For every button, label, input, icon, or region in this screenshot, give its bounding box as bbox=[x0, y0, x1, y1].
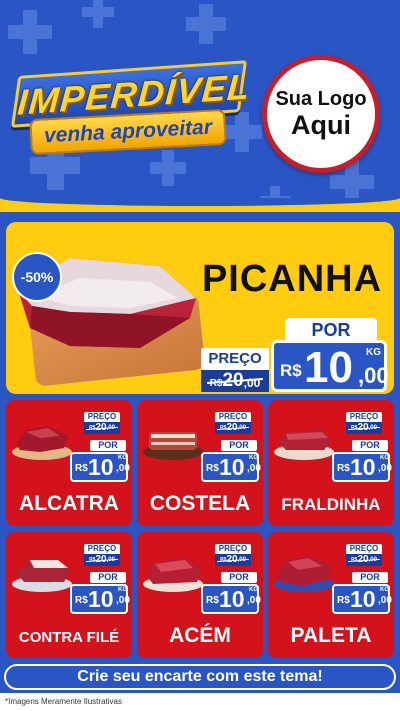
product-card-fraldinha[interactable]: PREÇO R$20,00 POR R$10 KG ,00 FRALDINHA bbox=[268, 400, 394, 526]
new-currency: R$ bbox=[337, 463, 350, 474]
new-decimal: ,00 bbox=[247, 595, 261, 606]
por-label: POR bbox=[90, 440, 126, 451]
por-label: POR bbox=[221, 572, 257, 583]
new-integer: 10 bbox=[350, 586, 376, 612]
price-label: PREÇO bbox=[346, 412, 382, 422]
product-card-paleta[interactable]: PREÇO R$20,00 POR R$10 KG ,00 PALETA bbox=[268, 532, 394, 658]
por-label: POR bbox=[352, 440, 388, 451]
old-price: R$20,00 bbox=[215, 554, 251, 566]
new-decimal: ,00 bbox=[247, 463, 261, 474]
header-divider bbox=[0, 198, 400, 212]
new-currency: R$ bbox=[75, 463, 88, 474]
new-currency: R$ bbox=[206, 595, 219, 606]
featured-new-decimal: ,00 bbox=[358, 363, 389, 388]
unit: KG bbox=[249, 587, 258, 593]
unit: KG bbox=[380, 455, 389, 461]
product-name: ACÉM bbox=[169, 624, 231, 647]
plus-decoration-icon bbox=[186, 4, 226, 44]
brand-title: IMPERDÍVEL venha aproveitar bbox=[10, 60, 252, 158]
unit: KG bbox=[249, 455, 258, 461]
featured-new-integer: 10 bbox=[304, 343, 353, 392]
unit: KG bbox=[118, 455, 127, 461]
plus-decoration-icon bbox=[82, 0, 114, 28]
featured-new-price: R$ 10 KG ,00 bbox=[271, 340, 389, 392]
unit: KG bbox=[118, 587, 127, 593]
new-integer: 10 bbox=[350, 454, 376, 480]
new-integer: 10 bbox=[88, 586, 114, 612]
logo-line1: Sua Logo bbox=[275, 88, 367, 110]
new-currency: R$ bbox=[206, 463, 219, 474]
brand-subtitle-text: venha aproveitar bbox=[43, 115, 213, 148]
meat-icon bbox=[274, 430, 334, 460]
new-integer: 10 bbox=[88, 454, 114, 480]
meat-icon bbox=[12, 426, 72, 460]
old-price: R$20,00 bbox=[346, 554, 382, 566]
por-label: POR bbox=[90, 572, 126, 583]
new-price: R$ 10 KG ,00 bbox=[332, 584, 392, 614]
product-card-contra-file[interactable]: PREÇO R$20,00 POR R$10 KG ,00 CONTRA FILÉ bbox=[6, 532, 132, 658]
new-decimal: ,00 bbox=[116, 463, 130, 474]
featured-new-currency: R$ bbox=[280, 361, 302, 380]
cta-button[interactable]: Crie seu encarte com este tema! bbox=[4, 664, 396, 690]
new-decimal: ,00 bbox=[378, 463, 392, 474]
product-name: CONTRA FILÉ bbox=[18, 629, 120, 646]
meat-icon bbox=[143, 432, 203, 460]
logo-placeholder: Sua Logo Aqui bbox=[262, 55, 380, 173]
plus-decoration-icon bbox=[8, 10, 52, 54]
price-label: PREÇO bbox=[346, 544, 382, 554]
old-price: R$20,00 bbox=[215, 422, 251, 434]
new-integer: 10 bbox=[219, 454, 245, 480]
new-decimal: ,00 bbox=[378, 595, 392, 606]
product-name: PALETA bbox=[290, 624, 372, 647]
logo-line2: Aqui bbox=[291, 110, 351, 140]
new-price: R$ 10 KG ,00 bbox=[201, 584, 261, 614]
product-name: COSTELA bbox=[149, 492, 251, 515]
featured-price-label: PREÇO bbox=[201, 348, 269, 370]
old-price: R$20,00 bbox=[346, 422, 382, 434]
header-banner: IMPERDÍVEL venha aproveitar Sua Logo Aqu… bbox=[0, 0, 400, 212]
offers-area: -50% PICANHA POR PREÇO R$20,00 R$ 10 KG … bbox=[0, 212, 400, 711]
new-currency: R$ bbox=[75, 595, 88, 606]
meat-icon bbox=[143, 558, 203, 592]
new-price: R$ 10 KG ,00 bbox=[70, 584, 130, 614]
new-decimal: ,00 bbox=[116, 595, 130, 606]
unit: KG bbox=[380, 587, 389, 593]
featured-old-price: R$20,00 bbox=[201, 370, 269, 392]
meat-icon bbox=[274, 556, 334, 592]
discount-badge: -50% bbox=[12, 252, 62, 302]
product-card-costela[interactable]: PREÇO R$20,00 POR R$10 KG ,00 COSTELA bbox=[137, 400, 263, 526]
new-price: R$ 10 KG ,00 bbox=[201, 452, 261, 482]
old-price: R$20,00 bbox=[84, 554, 120, 566]
por-label: POR bbox=[352, 572, 388, 583]
price-label: PREÇO bbox=[84, 544, 120, 554]
featured-unit: KG bbox=[366, 347, 381, 358]
new-currency: R$ bbox=[337, 595, 350, 606]
new-integer: 10 bbox=[219, 586, 245, 612]
por-label: POR bbox=[221, 440, 257, 451]
featured-offer[interactable]: -50% PICANHA POR PREÇO R$20,00 R$ 10 KG … bbox=[6, 222, 394, 394]
footer-disclaimer: *Imagens Meramente Ilustrativas bbox=[0, 693, 400, 711]
featured-product-name: PICANHA bbox=[201, 258, 383, 300]
meat-icon bbox=[12, 560, 72, 592]
product-name: FRALDINHA bbox=[281, 495, 381, 514]
product-card-acem[interactable]: PREÇO R$20,00 POR R$10 KG ,00 ACÉM bbox=[137, 532, 263, 658]
new-price: R$ 10 KG ,00 bbox=[332, 452, 392, 482]
product-card-alcatra[interactable]: PREÇO R$20,00 POR R$10 KG ,00 ALCATRA bbox=[6, 400, 132, 526]
new-price: R$ 10 KG ,00 bbox=[70, 452, 130, 482]
price-label: PREÇO bbox=[215, 544, 251, 554]
product-name: ALCATRA bbox=[19, 492, 119, 515]
price-label: PREÇO bbox=[215, 412, 251, 422]
price-label: PREÇO bbox=[84, 412, 120, 422]
featured-por-label: POR bbox=[285, 318, 377, 342]
old-price: R$20,00 bbox=[84, 422, 120, 434]
